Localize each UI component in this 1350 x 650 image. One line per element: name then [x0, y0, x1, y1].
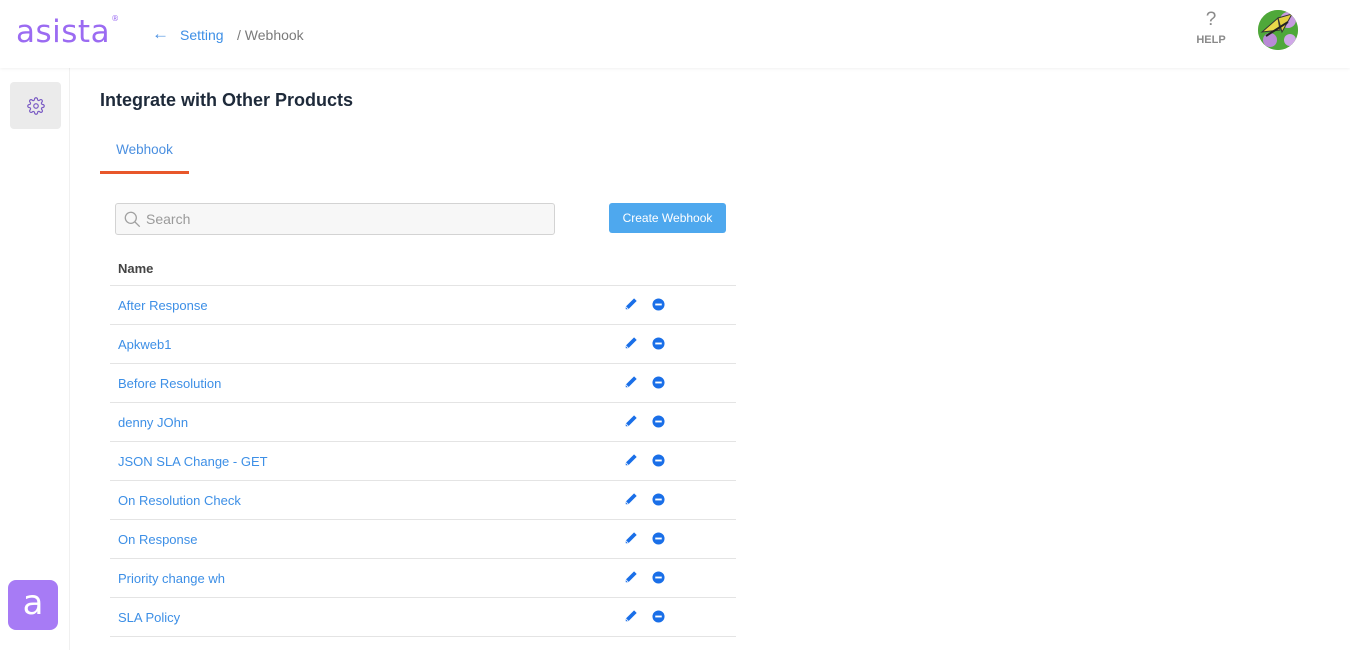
remove-icon[interactable] — [652, 298, 665, 316]
arrow-left-icon[interactable]: ← — [152, 24, 169, 44]
gear-icon — [26, 96, 45, 115]
table-row: Before Resolution — [110, 364, 736, 403]
table-row: Priority change wh — [110, 559, 736, 598]
butterfly-avatar-icon — [1258, 10, 1298, 50]
registered-mark: ® — [111, 13, 120, 23]
webhook-name-link[interactable]: On Response — [118, 532, 198, 547]
remove-icon[interactable] — [652, 454, 665, 472]
help-label: HELP — [1196, 34, 1226, 46]
breadcrumb-setting-link[interactable]: Setting — [180, 27, 224, 43]
table-row: On Response — [110, 520, 736, 559]
search-field — [115, 203, 555, 235]
webhook-name-link[interactable]: Priority change wh — [118, 571, 225, 586]
remove-icon[interactable] — [652, 415, 665, 433]
remove-icon[interactable] — [652, 571, 665, 589]
table-row: JSON SLA Change - GET — [110, 442, 736, 481]
question-icon: ? — [1205, 9, 1217, 30]
pencil-icon[interactable] — [624, 453, 638, 472]
table-row: denny JOhn — [110, 403, 736, 442]
asista-app-icon[interactable]: a — [8, 580, 58, 630]
top-bar: asista® ← Setting / Webhook ? HELP — [0, 0, 1350, 68]
table-row: On Resolution Check — [110, 481, 736, 520]
sidebar: a — [0, 68, 70, 650]
webhook-table: Name After Response Apkweb1 Before Resolut… — [110, 247, 736, 637]
remove-icon[interactable] — [652, 493, 665, 511]
tab-webhook[interactable]: Webhook — [100, 128, 189, 174]
remove-icon[interactable] — [652, 337, 665, 355]
create-webhook-button[interactable]: Create Webhook — [609, 203, 726, 233]
pencil-icon[interactable] — [624, 492, 638, 511]
search-input[interactable] — [116, 204, 554, 234]
webhook-name-link[interactable]: On Resolution Check — [118, 493, 241, 508]
logo-text: asista — [16, 14, 111, 50]
pencil-icon[interactable] — [624, 297, 638, 316]
pencil-icon[interactable] — [624, 336, 638, 355]
pencil-icon[interactable] — [624, 531, 638, 550]
pencil-icon[interactable] — [624, 570, 638, 589]
table-row: SLA Policy — [110, 598, 736, 637]
breadcrumb-current: / Webhook — [237, 27, 304, 43]
search-icon — [124, 211, 141, 228]
webhook-name-link[interactable]: JSON SLA Change - GET — [118, 454, 268, 469]
help-button[interactable]: ? HELP — [1195, 9, 1227, 47]
page-title: Integrate with Other Products — [100, 90, 354, 110]
webhook-name-link[interactable]: Apkweb1 — [118, 337, 171, 352]
table-row: Apkweb1 — [110, 325, 736, 364]
remove-icon[interactable] — [652, 610, 665, 628]
pencil-icon[interactable] — [624, 609, 638, 628]
pencil-icon[interactable] — [624, 414, 638, 433]
webhook-name-link[interactable]: Before Resolution — [118, 376, 221, 391]
column-header-name: Name — [110, 247, 736, 286]
avatar[interactable] — [1258, 10, 1298, 50]
sidebar-item-settings[interactable] — [10, 82, 61, 129]
webhook-name-link[interactable]: After Response — [118, 298, 208, 313]
remove-icon[interactable] — [652, 376, 665, 394]
webhook-name-link[interactable]: SLA Policy — [118, 610, 180, 625]
table-row: After Response — [110, 286, 736, 325]
pencil-icon[interactable] — [624, 375, 638, 394]
webhook-name-link[interactable]: denny JOhn — [118, 415, 188, 430]
asista-logo[interactable]: asista® — [16, 14, 120, 50]
remove-icon[interactable] — [652, 532, 665, 550]
